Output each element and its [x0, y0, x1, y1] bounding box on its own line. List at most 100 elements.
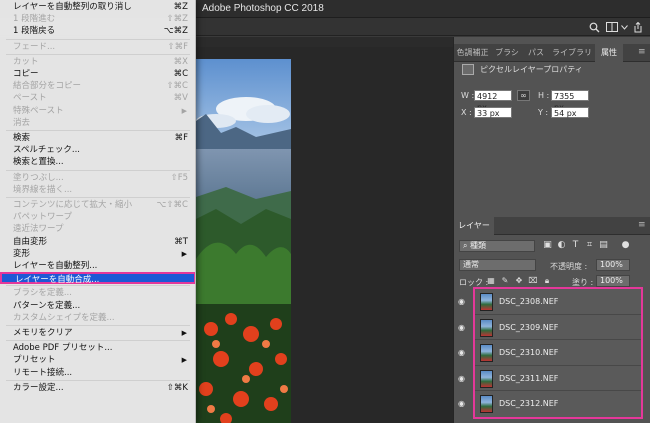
layer-row[interactable]: ◉ DSC_2308.NEF	[458, 289, 641, 315]
pixel-layer-icon	[462, 64, 474, 75]
menu-item[interactable]: カスタムシェイプを定義...	[0, 312, 195, 324]
menu-item[interactable]: カラー設定... ⇧⌘K	[0, 382, 195, 394]
width-field[interactable]: 4912 px	[474, 90, 512, 112]
menu-item[interactable]: プリセット ▶	[0, 354, 195, 366]
layers-list: ◉ DSC_2308.NEF ◉ DSC_2309.NEF ◉ DSC_2310…	[458, 287, 643, 419]
menu-item[interactable]: メモリをクリア ▶	[0, 327, 195, 339]
menu-item-shortcut: ⇧⌘F	[167, 41, 188, 52]
menu-item[interactable]: 変形 ▶	[0, 248, 195, 260]
menu-item[interactable]: ペースト ⌘V	[0, 92, 195, 104]
smart-object-filter-icon[interactable]: ▤	[598, 240, 609, 251]
menu-item-label: レイヤーを自動整列...	[13, 261, 98, 271]
link-icon[interactable]: ∞	[517, 90, 530, 101]
edit-menu: レイヤーを自動整列の取り消し ⌘Z 1 段階進む ⇧⌘Z 1 段階戻る ⌥⌘Z フェード..…	[0, 0, 196, 423]
menu-item-label: スペルチェック...	[13, 145, 81, 156]
menu-item[interactable]: パペットワープ	[0, 211, 195, 223]
visibility-eye-icon[interactable]: ◉	[458, 399, 469, 408]
lock-image-icon[interactable]: ✎	[500, 276, 510, 286]
blend-mode-select[interactable]: 通常	[459, 259, 536, 271]
shape-filter-icon[interactable]: ⌗	[584, 240, 595, 251]
menu-item-label: カラー設定...	[13, 382, 64, 393]
tab-adjustments[interactable]: 色調補正	[454, 44, 491, 62]
y-field[interactable]: 54 px	[551, 107, 589, 118]
layer-row[interactable]: ◉ DSC_2311.NEF	[458, 365, 641, 392]
lock-artboard-icon[interactable]: ⌧	[528, 276, 538, 286]
menu-item[interactable]: フェード... ⇧⌘F	[0, 41, 195, 53]
width-label: W :	[461, 91, 475, 100]
menu-item-label: カット	[13, 56, 39, 67]
x-label: X :	[461, 108, 472, 117]
panel-menu-icon[interactable]: ≡	[638, 48, 647, 57]
layers-menu-icon[interactable]: ≡	[638, 221, 647, 230]
visibility-eye-icon[interactable]: ◉	[458, 297, 469, 306]
menu-item[interactable]: レイヤーを自動整列の取り消し ⌘Z	[0, 1, 195, 13]
share-icon[interactable]	[630, 19, 646, 35]
window-layout-icon[interactable]	[604, 19, 620, 35]
layer-row[interactable]: ◉ DSC_2309.NEF	[458, 314, 641, 341]
x-field[interactable]: 33 px	[474, 107, 512, 118]
menu-item[interactable]: カット ⌘X	[0, 56, 195, 68]
menu-item[interactable]: コピー ⌘C	[0, 68, 195, 80]
menu-item-shortcut: ⌥⇧⌘C	[156, 200, 188, 210]
filter-toggle-icon[interactable]: ●	[620, 240, 631, 251]
layer-thumbnail	[480, 369, 493, 388]
menu-item-shortcut: ⇧⌘K	[166, 382, 188, 393]
tab-paths[interactable]: パス	[523, 44, 549, 62]
menu-item-label: 1 段階戻る	[13, 26, 56, 37]
menu-separator	[6, 38, 190, 40]
layer-filter-select[interactable]: ⌕ 種類	[459, 240, 535, 252]
chevron-down-icon[interactable]	[619, 19, 629, 35]
menu-item-label: 1 段階進む	[13, 14, 56, 25]
height-field[interactable]: 7355 px	[551, 90, 589, 112]
opacity-field[interactable]: 100%	[596, 259, 630, 271]
menu-item[interactable]: 検索 ⌘F	[0, 132, 195, 144]
menu-item-label: プリセット	[13, 355, 56, 366]
menu-item-shortcut: ⌘T	[174, 236, 188, 247]
menu-separator	[6, 130, 190, 131]
menu-item[interactable]: 結合部分をコピー ⇧⌘C	[0, 80, 195, 92]
lock-transparent-icon[interactable]: ▦	[486, 276, 496, 286]
type-filter-icon[interactable]: T	[570, 240, 581, 251]
menu-item-label: 検索	[13, 133, 31, 143]
menu-item[interactable]: 遠近法ワープ	[0, 223, 195, 235]
menu-item[interactable]: パターンを定義...	[0, 300, 195, 312]
menu-item[interactable]: 境界線を描く...	[0, 184, 195, 196]
menu-item[interactable]: 1 段階進む ⇧⌘Z	[0, 13, 195, 25]
menu-item-label: コンテンツに応じて拡大・縮小	[13, 200, 133, 210]
menu-item[interactable]: スペルチェック...	[0, 144, 195, 156]
tab-layers[interactable]: レイヤー	[454, 217, 494, 235]
layer-filter-label: 種類	[470, 241, 487, 250]
menu-item[interactable]: リモート接続...	[0, 367, 195, 379]
properties-tab-row: 色調補正 ブラシ パス ライブラリ 属性 ≡	[454, 44, 650, 62]
visibility-eye-icon[interactable]: ◉	[458, 323, 469, 332]
visibility-eye-icon[interactable]: ◉	[458, 348, 469, 357]
tab-libraries[interactable]: ライブラリ	[549, 44, 595, 62]
layer-row[interactable]: ◉ DSC_2310.NEF	[458, 340, 641, 366]
menu-item[interactable]: ブラシを定義...	[0, 287, 195, 299]
menu-item[interactable]: Adobe PDF プリセット...	[0, 342, 195, 354]
menu-item-label: ブラシを定義...	[13, 288, 72, 299]
menu-item[interactable]: 消去	[0, 117, 195, 129]
lock-position-icon[interactable]: ✥	[514, 276, 524, 286]
lock-all-icon[interactable]: 🔒︎	[542, 276, 552, 286]
tab-properties[interactable]: 属性	[595, 44, 623, 62]
search-icon[interactable]	[586, 19, 602, 35]
menu-item-label: リモート接続...	[13, 367, 73, 378]
menu-item[interactable]: 自由変形 ⌘T	[0, 236, 195, 248]
menu-item[interactable]: 特殊ペースト ▶	[0, 105, 195, 117]
menu-item[interactable]: 検索と置換...	[0, 156, 195, 168]
adjustment-filter-icon[interactable]: ◐	[556, 240, 567, 251]
menu-item[interactable]: レイヤーを自動整列...	[0, 260, 195, 272]
menu-item[interactable]: 1 段階戻る ⌥⌘Z	[0, 25, 195, 37]
pixel-filter-icon[interactable]: ▣	[542, 240, 553, 251]
layer-row[interactable]: ◉ DSC_2312.NEF	[458, 391, 641, 417]
fill-field[interactable]: 100%	[596, 275, 630, 287]
visibility-eye-icon[interactable]: ◉	[458, 374, 469, 383]
menu-item-shortcut: ⇧⌘C	[166, 81, 188, 92]
menu-item[interactable]: レイヤーを自動合成...	[0, 272, 195, 285]
menu-item[interactable]: 塗りつぶし... ⇧F5	[0, 172, 195, 184]
menu-item[interactable]: コンテンツに応じて拡大・縮小 ⌥⇧⌘C	[0, 199, 195, 211]
tab-brush[interactable]: ブラシ	[491, 44, 523, 62]
menu-item-shortcut: ⌘Z	[173, 2, 188, 12]
menu-item-label: Adobe PDF プリセット...	[13, 343, 113, 354]
